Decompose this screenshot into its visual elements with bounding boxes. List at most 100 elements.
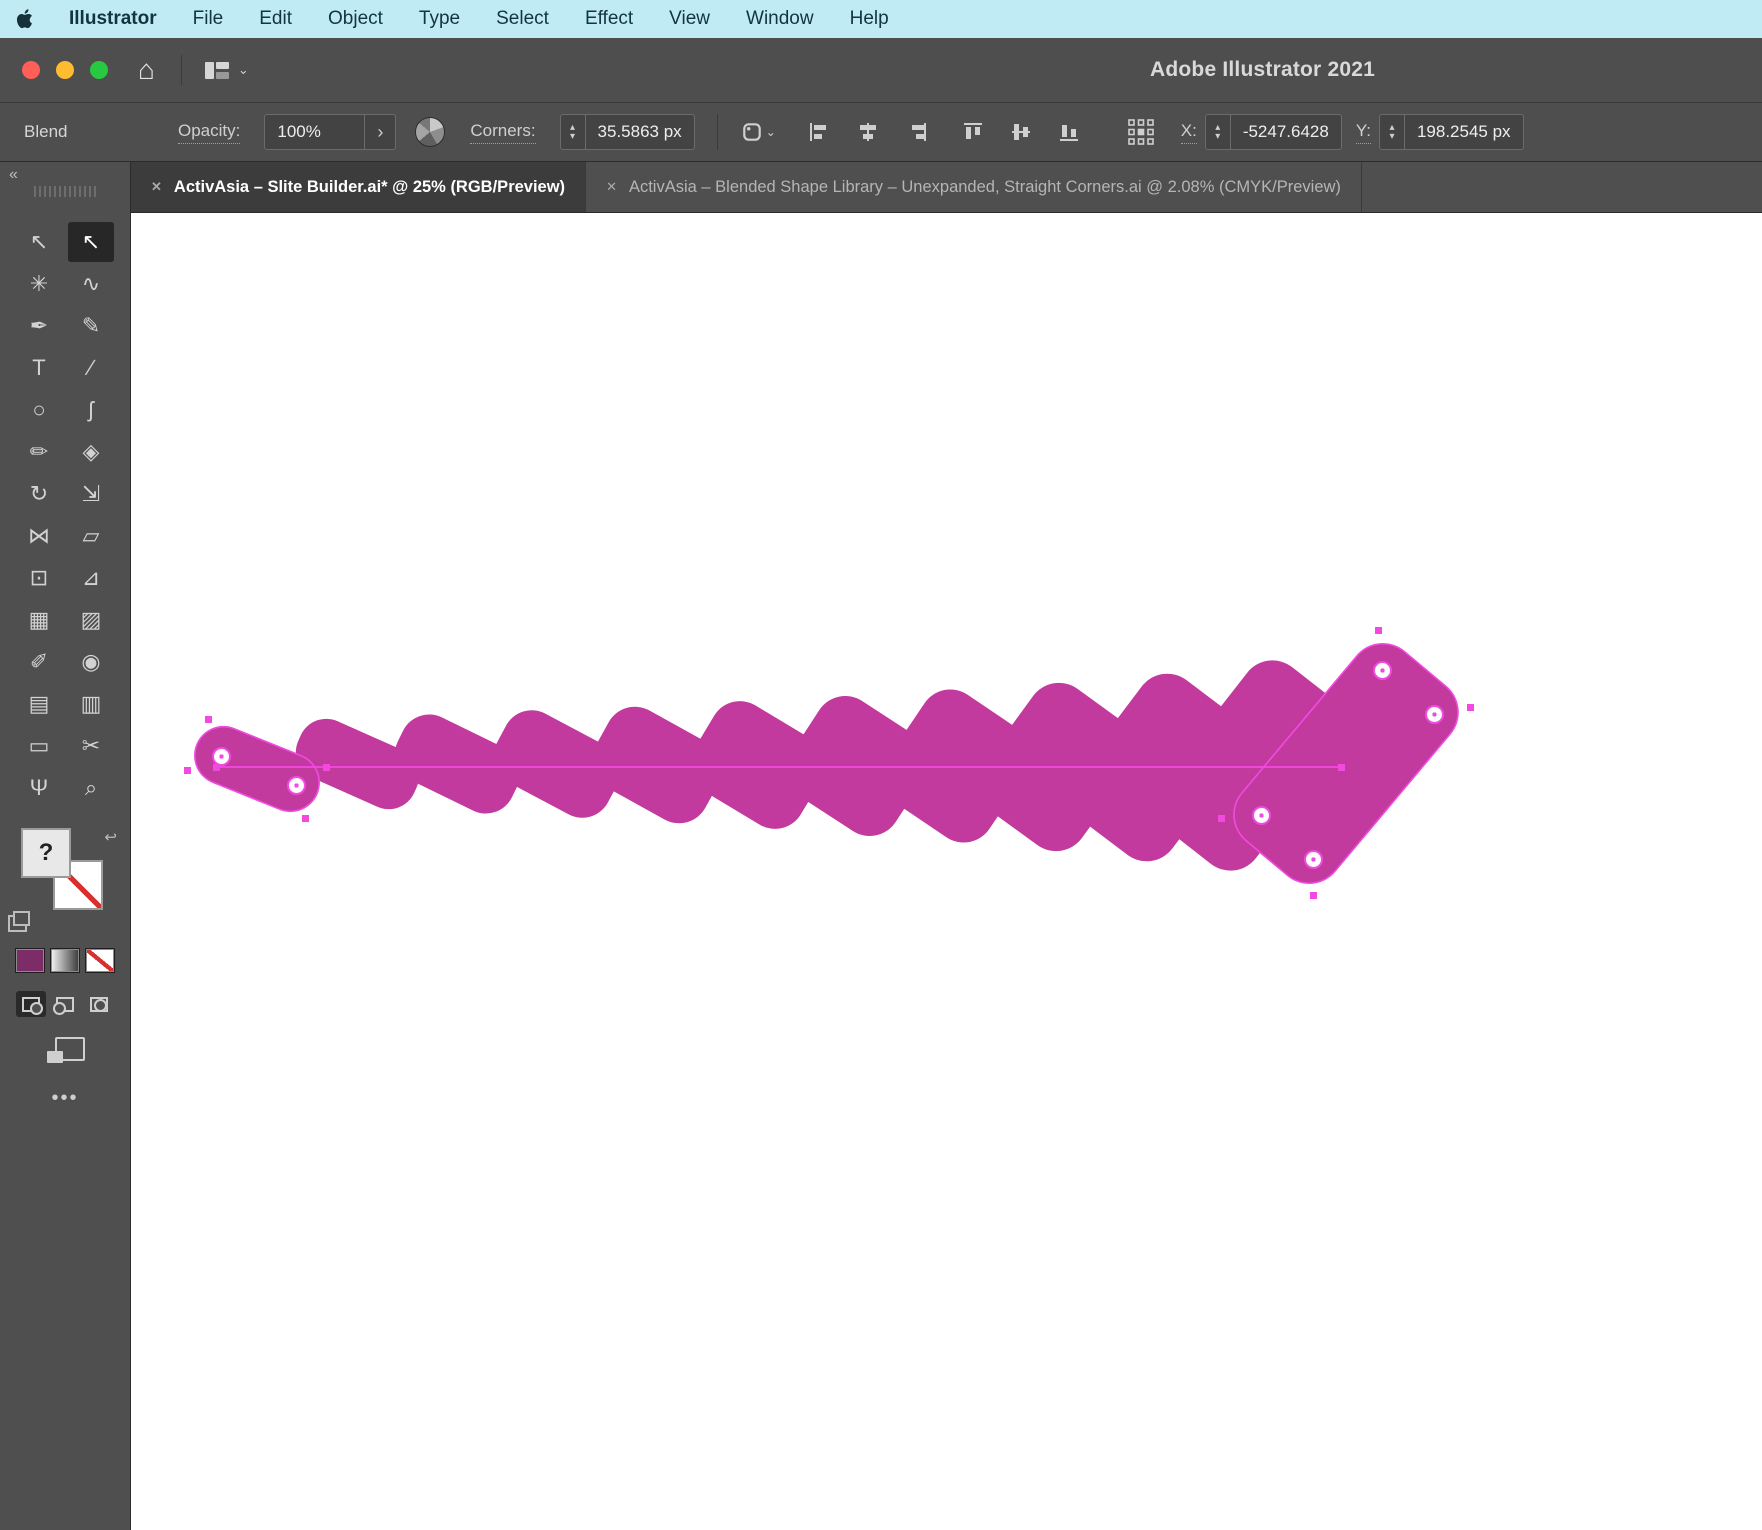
type-tool[interactable]: T bbox=[16, 348, 62, 388]
ellipse-tool[interactable]: ○ bbox=[16, 390, 62, 430]
anchor-point[interactable] bbox=[1375, 627, 1382, 634]
anchor-point[interactable] bbox=[1467, 704, 1474, 711]
stepper-down-icon[interactable]: ▾ bbox=[570, 132, 575, 141]
curvature-tool[interactable]: ✎ bbox=[68, 306, 114, 346]
close-tab-icon[interactable]: ✕ bbox=[151, 179, 162, 195]
menu-file[interactable]: File bbox=[193, 8, 224, 30]
anchor-point[interactable] bbox=[302, 815, 309, 822]
slice-tool[interactable]: ✂ bbox=[68, 726, 114, 766]
close-tab-icon[interactable]: ✕ bbox=[606, 179, 617, 195]
draw-normal-mode-button[interactable] bbox=[16, 991, 46, 1017]
opacity-label[interactable]: Opacity: bbox=[178, 121, 240, 144]
swap-fill-stroke-icon[interactable]: ↩ bbox=[104, 828, 117, 846]
y-position-input[interactable]: ▴▾ 198.2545 px bbox=[1379, 114, 1524, 150]
corners-stepper[interactable]: ▴▾ bbox=[561, 115, 586, 149]
arrange-documents-button[interactable]: ⌄ bbox=[204, 61, 249, 80]
anchor-point[interactable] bbox=[184, 767, 191, 774]
zoom-window-button[interactable] bbox=[90, 61, 108, 79]
free-transform-tool[interactable]: ▱ bbox=[68, 516, 114, 556]
color-swatch-button[interactable] bbox=[15, 948, 45, 973]
hand-tool[interactable]: Ψ bbox=[16, 768, 62, 808]
menu-object[interactable]: Object bbox=[328, 8, 383, 30]
artboard-tool[interactable]: ▭ bbox=[16, 726, 62, 766]
paintbrush-tool[interactable]: ʃ bbox=[68, 390, 114, 430]
eraser-tool[interactable]: ◈ bbox=[68, 432, 114, 472]
scale-tool[interactable]: ⇲ bbox=[68, 474, 114, 514]
gradient-tool[interactable]: ▨ bbox=[68, 600, 114, 640]
recolor-artwork-button[interactable] bbox=[410, 113, 450, 151]
anchor-point[interactable] bbox=[1310, 892, 1317, 899]
direct-selection-tool[interactable]: ↖ bbox=[68, 222, 114, 262]
column-graph-tool[interactable]: ▥ bbox=[68, 684, 114, 724]
x-stepper[interactable]: ▴▾ bbox=[1206, 115, 1231, 149]
corner-radius-widget[interactable] bbox=[1304, 850, 1323, 869]
align-horizontal-left-button[interactable] bbox=[803, 117, 837, 147]
align-vertical-center-button[interactable] bbox=[1005, 117, 1039, 147]
corner-radius-widget[interactable] bbox=[287, 776, 306, 795]
y-label[interactable]: Y: bbox=[1356, 121, 1371, 144]
perspective-grid-tool[interactable]: ⊿ bbox=[68, 558, 114, 598]
shaper-tool[interactable]: ✏ bbox=[16, 432, 62, 472]
anchor-point[interactable] bbox=[1338, 764, 1345, 771]
line-segment-tool[interactable]: ∕ bbox=[68, 348, 114, 388]
gradient-swatch-button[interactable] bbox=[50, 948, 80, 973]
anchor-point[interactable] bbox=[205, 716, 212, 723]
symbol-sprayer-tool[interactable]: ▤ bbox=[16, 684, 62, 724]
reference-point-selector[interactable] bbox=[1123, 115, 1159, 149]
lasso-tool[interactable]: ∿ bbox=[68, 264, 114, 304]
opacity-input[interactable]: 100% › bbox=[264, 114, 396, 150]
align-horizontal-center-button[interactable] bbox=[851, 117, 885, 147]
close-window-button[interactable] bbox=[22, 61, 40, 79]
document-tab-inactive[interactable]: ✕ ActivAsia – Blended Shape Library – Un… bbox=[586, 162, 1362, 212]
anchor-point[interactable] bbox=[1218, 815, 1225, 822]
x-position-input[interactable]: ▴▾ -5247.6428 bbox=[1205, 114, 1342, 150]
menu-edit[interactable]: Edit bbox=[259, 8, 292, 30]
shape-builder-tool[interactable]: ⊡ bbox=[16, 558, 62, 598]
x-label[interactable]: X: bbox=[1181, 121, 1197, 144]
artboard-canvas[interactable] bbox=[131, 213, 1762, 1530]
change-screen-mode-button[interactable] bbox=[47, 1037, 83, 1063]
menu-type[interactable]: Type bbox=[419, 8, 460, 30]
none-swatch-button[interactable] bbox=[85, 948, 115, 973]
fill-color-proxy[interactable]: ? bbox=[21, 828, 71, 878]
menu-illustrator[interactable]: Illustrator bbox=[69, 8, 157, 30]
align-horizontal-right-button[interactable] bbox=[899, 117, 933, 147]
y-stepper[interactable]: ▴▾ bbox=[1380, 115, 1405, 149]
stepper-down-icon[interactable]: ▾ bbox=[1389, 132, 1394, 141]
opacity-dropdown-arrow-icon[interactable]: › bbox=[364, 115, 395, 149]
width-tool[interactable]: ⋈ bbox=[16, 516, 62, 556]
align-vertical-top-button[interactable] bbox=[957, 117, 991, 147]
shape-properties-button[interactable]: ⌄ bbox=[736, 117, 781, 147]
menu-select[interactable]: Select bbox=[496, 8, 549, 30]
eyedropper-tool[interactable]: ✐ bbox=[16, 642, 62, 682]
pen-tool[interactable]: ✒ bbox=[16, 306, 62, 346]
apple-menu-icon[interactable] bbox=[16, 9, 33, 29]
blend-spine-path[interactable] bbox=[216, 766, 1341, 768]
corner-radius-widget[interactable] bbox=[1252, 806, 1271, 825]
draw-behind-mode-button[interactable] bbox=[50, 991, 80, 1017]
default-fill-stroke-icon[interactable] bbox=[13, 911, 30, 926]
menu-effect[interactable]: Effect bbox=[585, 8, 633, 30]
menu-help[interactable]: Help bbox=[850, 8, 889, 30]
zoom-tool[interactable]: ⌕ bbox=[68, 768, 114, 808]
stepper-down-icon[interactable]: ▾ bbox=[1215, 132, 1220, 141]
blend-tool[interactable]: ◉ bbox=[68, 642, 114, 682]
selection-tool[interactable]: ↖ bbox=[16, 222, 62, 262]
align-vertical-bottom-button[interactable] bbox=[1053, 117, 1087, 147]
edit-toolbar-button[interactable]: ••• bbox=[51, 1087, 78, 1110]
panel-drag-grip[interactable] bbox=[34, 186, 96, 197]
magic-wand-tool[interactable]: ✳ bbox=[16, 264, 62, 304]
draw-inside-mode-button[interactable] bbox=[84, 991, 114, 1017]
collapse-panel-button[interactable]: « bbox=[9, 166, 18, 184]
menu-window[interactable]: Window bbox=[746, 8, 814, 30]
corners-label[interactable]: Corners: bbox=[470, 121, 535, 144]
corners-input[interactable]: ▴▾ 35.5863 px bbox=[560, 114, 695, 150]
minimize-window-button[interactable] bbox=[56, 61, 74, 79]
document-tab-active[interactable]: ✕ ActivAsia – Slite Builder.ai* @ 25% (R… bbox=[131, 162, 586, 212]
mesh-tool[interactable]: ▦ bbox=[16, 600, 62, 640]
home-icon[interactable]: ⌂ bbox=[138, 56, 155, 84]
anchor-point[interactable] bbox=[323, 764, 330, 771]
rotate-tool[interactable]: ↻ bbox=[16, 474, 62, 514]
menu-view[interactable]: View bbox=[669, 8, 710, 30]
corner-radius-widget[interactable] bbox=[212, 747, 231, 766]
